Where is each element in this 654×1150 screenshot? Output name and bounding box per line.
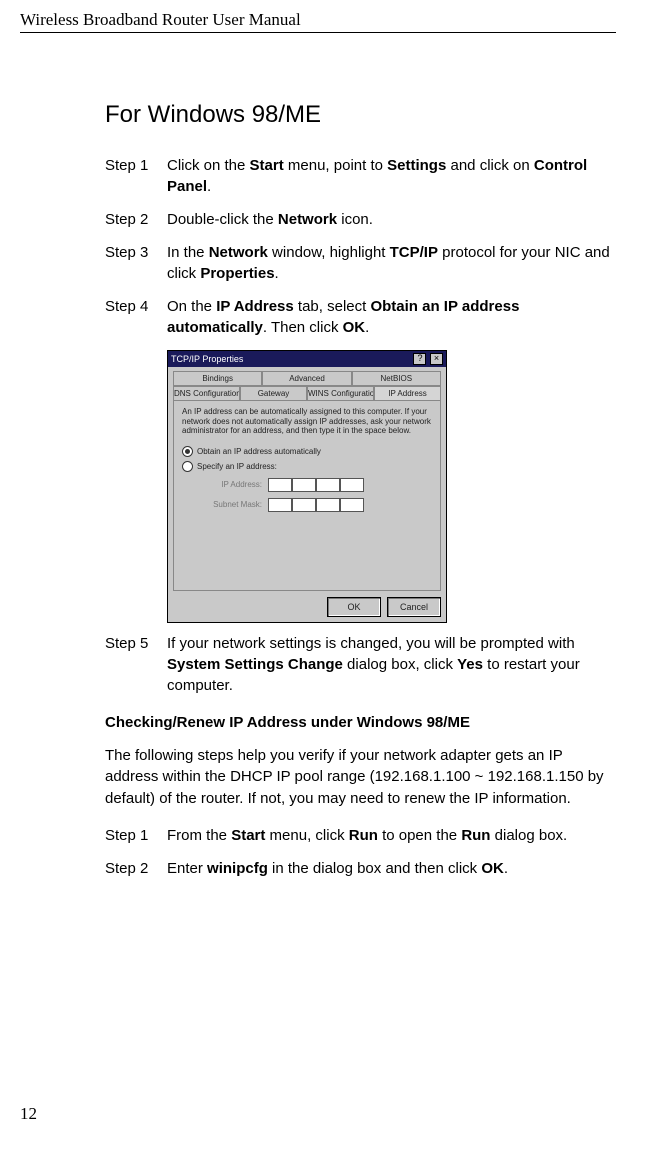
dialog-tab[interactable]: IP Address <box>374 386 441 400</box>
dialog-tab[interactable]: Gateway <box>240 386 307 400</box>
step-item: Step 1Click on the Start menu, point to … <box>105 155 616 197</box>
close-icon[interactable]: × <box>430 353 443 365</box>
step-item: Step 2Enter winipcfg in the dialog box a… <box>105 858 616 879</box>
step-item: Step 5 If your network settings is chang… <box>105 633 616 696</box>
subnet-mask-label: Subnet Mask: <box>200 500 262 509</box>
step-item: Step 4On the IP Address tab, select Obta… <box>105 296 616 338</box>
dialog-tab[interactable]: Advanced <box>262 371 351 385</box>
ip-octet-input[interactable] <box>316 478 340 492</box>
ip-octet-input[interactable] <box>292 478 316 492</box>
step-label: Step 1 <box>105 155 167 197</box>
step-label: Step 3 <box>105 242 167 284</box>
step-body: Click on the Start menu, point to Settin… <box>167 155 616 197</box>
subnet-octet-input[interactable] <box>292 498 316 512</box>
dialog-tab[interactable]: DNS Configuration <box>173 386 240 400</box>
radio-icon <box>182 446 193 457</box>
step-body: Double-click the Network icon. <box>167 209 616 230</box>
step-label: Step 5 <box>105 633 167 696</box>
window-titlebar: TCP/IP Properties ? × <box>168 351 446 367</box>
ip-address-label: IP Address: <box>200 480 262 489</box>
dialog-tab[interactable]: Bindings <box>173 371 262 385</box>
step-item: Step 3In the Network window, highlight T… <box>105 242 616 284</box>
radio-label: Specify an IP address: <box>197 462 277 471</box>
step-body: If your network settings is changed, you… <box>167 633 616 696</box>
radio-specify[interactable]: Specify an IP address: <box>182 461 432 472</box>
step-label: Step 4 <box>105 296 167 338</box>
dialog-description: An IP address can be automatically assig… <box>182 407 432 436</box>
sub-heading: Checking/Renew IP Address under Windows … <box>105 714 616 731</box>
ok-button[interactable]: OK <box>327 597 381 617</box>
ip-address-tab-panel: An IP address can be automatically assig… <box>173 401 441 591</box>
subnet-octet-input[interactable] <box>340 498 364 512</box>
cancel-button[interactable]: Cancel <box>387 597 441 617</box>
step-label: Step 1 <box>105 825 167 846</box>
paragraph: The following steps help you verify if y… <box>105 745 616 809</box>
page-number: 12 <box>20 1104 37 1124</box>
step-label: Step 2 <box>105 858 167 879</box>
step-body: Enter winipcfg in the dialog box and the… <box>167 858 616 879</box>
radio-obtain-auto[interactable]: Obtain an IP address automatically <box>182 446 432 457</box>
subnet-octet-input[interactable] <box>268 498 292 512</box>
window-title: TCP/IP Properties <box>171 354 243 364</box>
running-header: Wireless Broadband Router User Manual <box>20 10 616 33</box>
tcpip-dialog-screenshot: TCP/IP Properties ? × BindingsAdvancedNe… <box>167 350 616 623</box>
step-body: From the Start menu, click Run to open t… <box>167 825 616 846</box>
step-label: Step 2 <box>105 209 167 230</box>
step-body: On the IP Address tab, select Obtain an … <box>167 296 616 338</box>
radio-label: Obtain an IP address automatically <box>197 447 321 456</box>
ip-octet-input[interactable] <box>268 478 292 492</box>
step-item: Step 1From the Start menu, click Run to … <box>105 825 616 846</box>
dialog-tab[interactable]: WINS Configuration <box>307 386 374 400</box>
ip-octet-input[interactable] <box>340 478 364 492</box>
step-body: In the Network window, highlight TCP/IP … <box>167 242 616 284</box>
tcpip-properties-window: TCP/IP Properties ? × BindingsAdvancedNe… <box>167 350 447 623</box>
section-heading: For Windows 98/ME <box>105 101 616 129</box>
subnet-octet-input[interactable] <box>316 498 340 512</box>
help-icon[interactable]: ? <box>413 353 426 365</box>
step-item: Step 2Double-click the Network icon. <box>105 209 616 230</box>
radio-icon <box>182 461 193 472</box>
dialog-tab[interactable]: NetBIOS <box>352 371 441 385</box>
